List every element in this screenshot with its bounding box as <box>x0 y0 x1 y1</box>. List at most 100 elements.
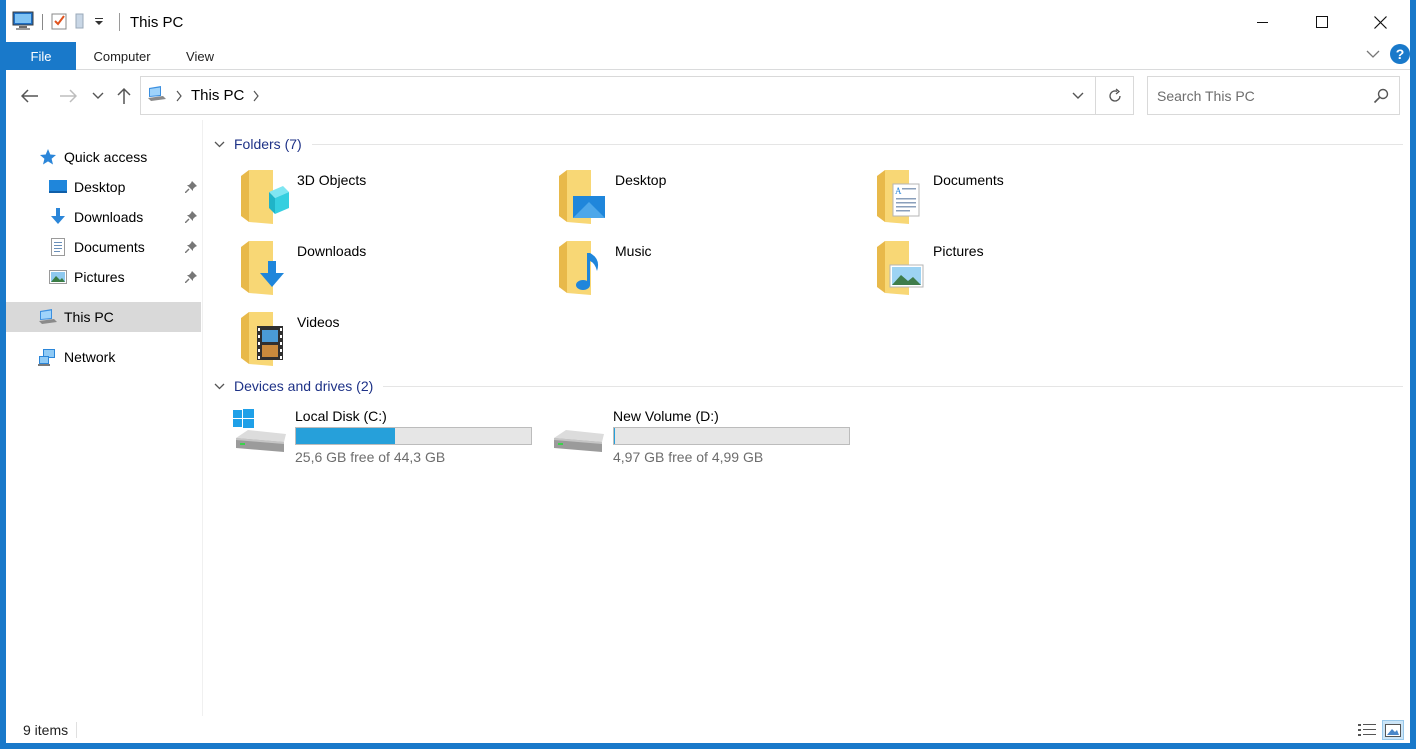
window-border-left <box>1 0 6 749</box>
arrow-left-icon <box>21 89 38 103</box>
refresh-button[interactable] <box>1095 77 1133 114</box>
3d-objects-folder-icon <box>241 170 289 224</box>
chevron-down-icon <box>92 92 104 99</box>
this-pc-icon <box>147 85 167 107</box>
folder-label: Downloads <box>297 243 367 259</box>
recent-locations-button[interactable] <box>86 84 110 108</box>
group-divider <box>383 385 1403 387</box>
properties-icon[interactable] <box>51 12 67 33</box>
tab-computer[interactable]: Computer <box>82 42 162 70</box>
this-pc-icon <box>38 307 58 327</box>
tab-file[interactable]: File <box>6 42 76 70</box>
folder-label: Pictures <box>933 243 984 259</box>
help-icon: ? <box>1395 46 1405 62</box>
sidebar-item-downloads[interactable]: Downloads <box>6 202 201 232</box>
expand-ribbon-button[interactable] <box>1366 46 1380 62</box>
pictures-folder-icon <box>877 241 924 295</box>
address-history-button[interactable] <box>1063 77 1093 114</box>
navigation-pane: Quick access Desktop Downloads Documents… <box>6 120 203 716</box>
arrow-right-icon <box>60 89 77 103</box>
navigation-row: This PC <box>6 70 1410 120</box>
chevron-down-icon <box>1072 92 1084 99</box>
details-view-button[interactable] <box>1356 720 1378 740</box>
pin-icon[interactable] <box>184 240 197 256</box>
refresh-icon <box>1108 88 1121 102</box>
sidebar-item-label: Pictures <box>74 269 125 285</box>
sidebar-item-quick-access[interactable]: Quick access <box>6 142 201 172</box>
help-button[interactable]: ? <box>1390 44 1410 64</box>
up-button[interactable] <box>112 84 136 108</box>
drive-free-space: 4,97 GB free of 4,99 GB <box>613 449 764 465</box>
sidebar-item-network[interactable]: Network <box>6 342 201 372</box>
documents-icon <box>48 237 68 257</box>
window-controls <box>1233 0 1410 44</box>
drive-tile-c[interactable]: Local Disk (C:) 25,6 GB free of 44,3 GB <box>207 408 532 468</box>
sidebar-item-label: Documents <box>74 239 145 255</box>
folder-label: Documents <box>933 172 1004 188</box>
drive-usage-fill <box>296 428 395 444</box>
chevron-right-icon[interactable] <box>252 90 260 102</box>
this-pc-icon[interactable] <box>12 11 34 34</box>
tab-view[interactable]: View <box>176 42 224 70</box>
large-icons-view-icon <box>1385 723 1401 737</box>
folder-label: Desktop <box>615 172 667 188</box>
search-icon[interactable] <box>1373 88 1389 107</box>
sidebar-item-label: Downloads <box>74 209 144 225</box>
pin-icon[interactable] <box>184 210 197 226</box>
sidebar-item-pictures[interactable]: Pictures <box>6 262 201 292</box>
details-view-icon <box>1358 724 1376 736</box>
new-folder-icon[interactable] <box>71 12 89 33</box>
sidebar-item-label: Network <box>64 349 116 365</box>
folder-tile-videos[interactable]: Videos <box>209 310 509 374</box>
ribbon-right-controls: ? <box>1366 44 1410 64</box>
drive-icon <box>554 430 604 452</box>
group-header-folders[interactable]: Folders (7) <box>214 134 1403 154</box>
explorer-window: This PC File Computer View ? This PC Sea… <box>0 0 1416 749</box>
back-button[interactable] <box>18 84 42 108</box>
minimize-button[interactable] <box>1233 0 1292 44</box>
forward-button[interactable] <box>56 84 80 108</box>
sidebar-item-label: Desktop <box>74 179 126 195</box>
folder-tile-downloads[interactable]: Downloads <box>209 239 509 303</box>
drive-usage-bar <box>295 427 532 445</box>
folder-label: 3D Objects <box>297 172 367 188</box>
sidebar-item-label: This PC <box>64 309 114 325</box>
large-icons-view-button[interactable] <box>1382 720 1404 740</box>
sidebar-item-this-pc[interactable]: This PC <box>6 302 201 332</box>
folder-tile-documents[interactable]: A Documents <box>845 168 1145 232</box>
folder-label: Videos <box>297 314 340 330</box>
folder-tile-3d-objects[interactable]: 3D Objects <box>209 168 509 232</box>
drive-label: New Volume (D:) <box>613 408 719 424</box>
customize-dropdown-icon[interactable] <box>93 14 105 30</box>
sidebar-item-documents[interactable]: Documents <box>6 232 201 262</box>
item-count: 9 items <box>23 722 69 738</box>
search-box[interactable] <box>1147 76 1400 115</box>
music-folder-icon <box>559 241 599 295</box>
pin-icon[interactable] <box>184 270 197 286</box>
address-bar[interactable]: This PC <box>140 76 1134 115</box>
network-icon <box>38 347 58 367</box>
status-separator <box>76 722 78 738</box>
pin-icon[interactable] <box>184 180 197 196</box>
folder-tile-desktop[interactable]: Desktop <box>527 168 827 232</box>
toolbar-separator <box>42 14 43 30</box>
content-pane: Folders (7) 3D Objects Desktop A Documen… <box>204 120 1410 716</box>
title-bar: This PC <box>6 0 1410 44</box>
chevron-right-icon <box>176 90 182 101</box>
breadcrumb-this-pc[interactable]: This PC <box>191 87 244 104</box>
search-input[interactable] <box>1157 87 1367 104</box>
folder-tile-pictures[interactable]: Pictures <box>845 239 1145 303</box>
group-header-devices[interactable]: Devices and drives (2) <box>214 376 1403 396</box>
desktop-folder-icon <box>559 170 605 224</box>
maximize-icon <box>1315 16 1328 28</box>
arrow-up-icon <box>117 87 131 104</box>
folder-tile-music[interactable]: Music <box>527 239 827 303</box>
chevron-down-icon <box>1366 50 1380 58</box>
drive-tile-d[interactable]: New Volume (D:) 4,97 GB free of 4,99 GB <box>525 408 850 468</box>
maximize-button[interactable] <box>1292 0 1351 44</box>
quick-access-toolbar <box>6 11 105 34</box>
window-title: This PC <box>130 13 184 31</box>
documents-folder-icon: A <box>877 170 920 224</box>
close-button[interactable] <box>1351 0 1410 44</box>
sidebar-item-desktop[interactable]: Desktop <box>6 172 201 202</box>
